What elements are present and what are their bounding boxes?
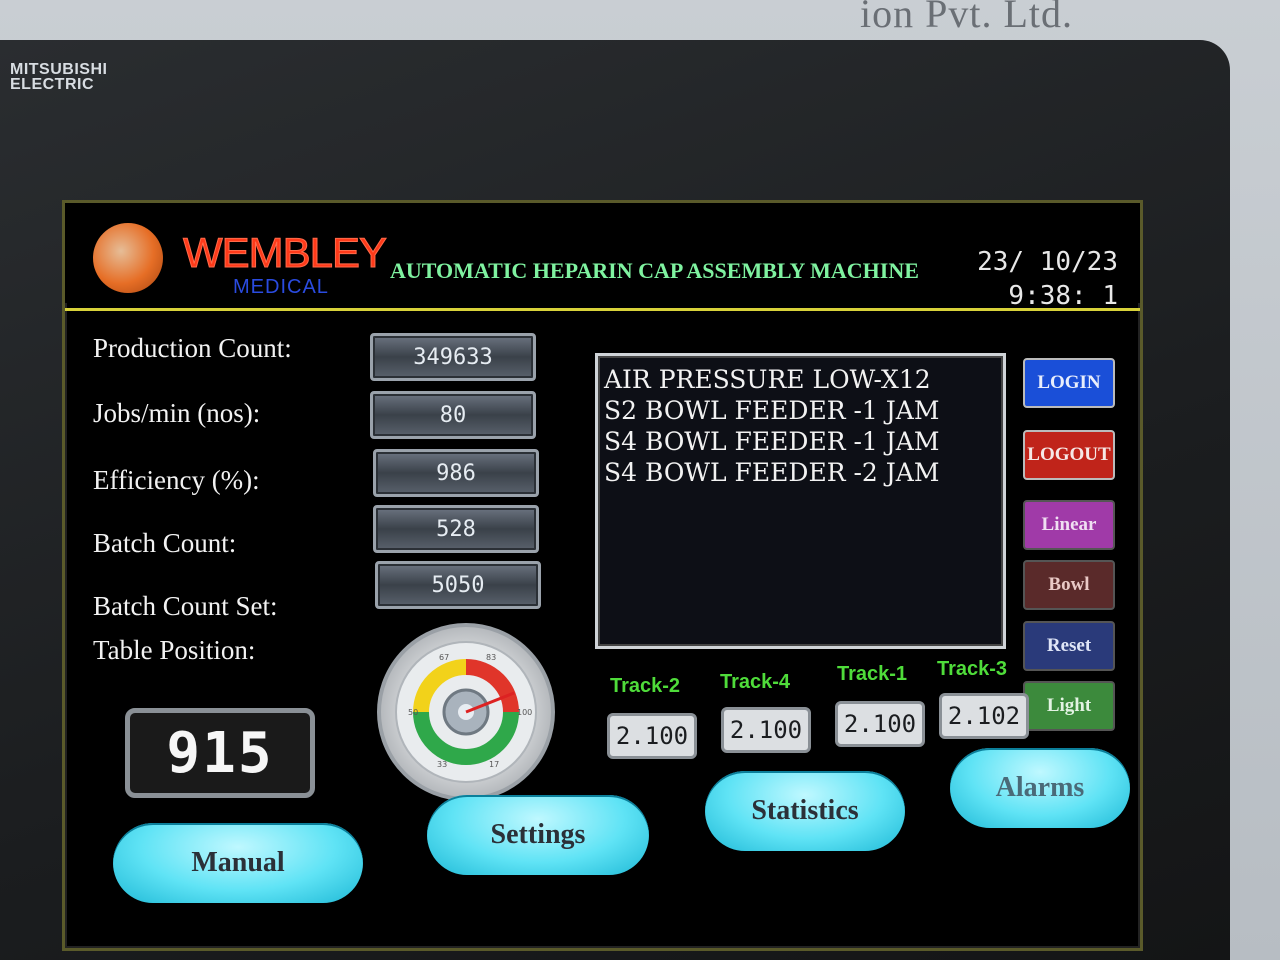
jobs-value: 80 [370,391,536,439]
table-position-label: Table Position: [93,635,256,665]
hmi-screen: WEMBLEY MEDICAL AUTOMATIC HEPARIN CAP AS… [62,200,1143,951]
track-3-value[interactable]: 2.102 [939,693,1029,739]
track-1-value[interactable]: 2.100 [835,701,925,747]
table-position-value: 915 [125,708,315,798]
production-count-label: Production Count: [93,333,292,363]
datetime: 23/ 10/23 9:38: 1 [977,245,1118,313]
gauge-dial: 67 83 100 50 33 17 [395,641,537,783]
batch-count-value: 528 [373,505,539,553]
logo-word: WEMBLEY [182,229,387,277]
linear-button[interactable]: Linear [1023,500,1115,550]
page-title: AUTOMATIC HEPARIN CAP ASSEMBLY MACHINE [390,258,919,283]
track-2-label: Track-2 [610,675,681,697]
top-company-text: ion Pvt. Ltd. [860,0,1074,36]
gauge-tick-83: 83 [486,653,496,662]
jobs-label: Jobs/min (nos): [93,398,261,428]
logout-button[interactable]: LOGOUT [1023,430,1115,480]
statistics-button[interactable]: Statistics [705,771,905,851]
batch-count-set-label: Batch Count Set: [93,591,278,621]
alarm-line-2: S2 BOWL FEEDER -1 JAM [604,396,940,425]
track-3-label: Track-3 [937,658,1008,680]
track-4-value[interactable]: 2.100 [721,707,811,753]
logo-globe-icon [93,223,163,293]
light-button[interactable]: Light [1023,681,1115,731]
bowl-button[interactable]: Bowl [1023,560,1115,610]
login-button[interactable]: LOGIN [1023,358,1115,408]
gauge-tick-50: 50 [408,708,418,717]
batch-count-label: Batch Count: [93,528,237,558]
production-count-value: 349633 [370,333,536,381]
alarm-line-1: AIR PRESSURE LOW-X12 [604,365,931,394]
brand-label: MITSUBISHI ELECTRIC [10,61,108,93]
track-4-label: Track-4 [720,671,791,693]
header-divider [65,308,1140,311]
track-2-value[interactable]: 2.100 [607,713,697,759]
header: WEMBLEY MEDICAL AUTOMATIC HEPARIN CAP AS… [65,203,1140,311]
gauge-tick-67: 67 [439,653,449,662]
reset-button[interactable]: Reset [1023,621,1115,671]
logo-sub: MEDICAL [233,276,329,298]
settings-button[interactable]: Settings [427,795,649,875]
speed-gauge: 67 83 100 50 33 17 [377,623,555,801]
brand-line-2: ELECTRIC [10,76,94,93]
efficiency-value: 986 [373,449,539,497]
efficiency-label: Efficiency (%): [93,465,260,495]
date-text: 23/ 10/23 [977,247,1118,277]
gauge-tick-100: 100 [517,708,532,717]
gauge-tick-17: 17 [489,760,499,769]
manual-button[interactable]: Manual [113,823,363,903]
track-1-label: Track-1 [837,663,908,685]
alarm-line-4: S4 BOWL FEEDER -2 JAM [604,458,940,487]
alarm-line-3: S4 BOWL FEEDER -1 JAM [604,427,940,456]
batch-count-set-value[interactable]: 5050 [375,561,541,609]
gauge-tick-33: 33 [437,760,447,769]
alarm-list[interactable]: AIR PRESSURE LOW-X12 S2 BOWL FEEDER -1 J… [595,353,1006,649]
brand-line-1: MITSUBISHI [10,61,108,78]
alarms-button[interactable]: Alarms [950,748,1130,828]
